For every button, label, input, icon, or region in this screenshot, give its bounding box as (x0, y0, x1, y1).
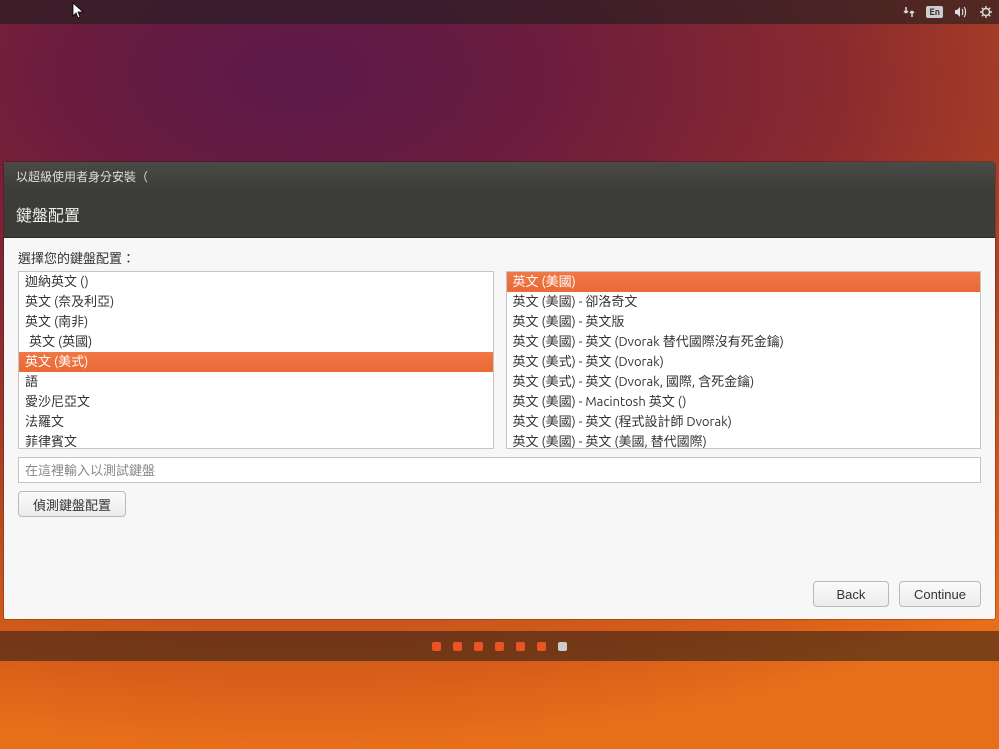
variant-row[interactable]: 英文 (美式) - 英文 (Dvorak, 國際, 含死金鑰) (507, 372, 981, 392)
language-indicator[interactable]: En (926, 6, 943, 18)
continue-button[interactable]: Continue (899, 581, 981, 607)
layout-row[interactable]: 英文 (奈及利亞) (19, 292, 493, 312)
back-button[interactable]: Back (813, 581, 889, 607)
detect-layout-button[interactable]: 偵測鍵盤配置 (18, 491, 126, 517)
page-title: 鍵盤配置 (16, 202, 80, 226)
keyboard-lists: 迦納英文 ()英文 (奈及利亞)英文 (南非)英文 (英國)英文 (美式)語愛沙… (18, 271, 981, 449)
layout-row[interactable]: 語 (19, 372, 493, 392)
progress-dots (0, 631, 999, 661)
layout-row[interactable]: 菲律賓文 (19, 432, 493, 449)
layout-row[interactable]: 迦納英文 () (19, 272, 493, 292)
progress-dot (516, 642, 525, 651)
variant-row[interactable]: 英文 (美國) - 英文 (Dvorak 替代國際沒有死金鑰) (507, 332, 981, 352)
page-header: 鍵盤配置 (4, 190, 995, 238)
keyboard-test-input[interactable] (18, 457, 981, 483)
variant-row[interactable]: 英文 (美國) - 卻洛奇文 (507, 292, 981, 312)
layout-row[interactable]: 英文 (南非) (19, 312, 493, 332)
top-menubar: En (0, 0, 999, 24)
system-indicator-icon[interactable] (979, 5, 993, 19)
variant-row[interactable]: 英文 (美式) - 英文 (Dvorak) (507, 352, 981, 372)
window-title: 以超級使用者身分安裝（ (16, 168, 148, 185)
variant-row[interactable]: 英文 (美國) (507, 272, 981, 292)
progress-dot (495, 642, 504, 651)
progress-dot (453, 642, 462, 651)
progress-dot (558, 642, 567, 651)
sound-indicator-icon[interactable] (953, 5, 969, 19)
layout-row[interactable]: 法羅文 (19, 412, 493, 432)
layout-list-left[interactable]: 迦納英文 ()英文 (奈及利亞)英文 (南非)英文 (英國)英文 (美式)語愛沙… (18, 271, 494, 449)
footer-buttons: Back Continue (813, 581, 981, 607)
variant-row[interactable]: 英文 (美國) - 英文 (美國, 替代國際) (507, 432, 981, 449)
window-titlebar: 以超級使用者身分安裝（ (4, 162, 995, 190)
progress-dot (474, 642, 483, 651)
progress-dot (432, 642, 441, 651)
layout-row[interactable]: 英文 (英國) (19, 332, 493, 352)
network-indicator-icon[interactable] (902, 5, 916, 19)
layout-list-right[interactable]: 英文 (美國)英文 (美國) - 卻洛奇文英文 (美國) - 英文版英文 (美國… (506, 271, 982, 449)
layout-row[interactable]: 愛沙尼亞文 (19, 392, 493, 412)
layout-row[interactable]: 英文 (美式) (19, 352, 493, 372)
progress-dot (537, 642, 546, 651)
language-badge: En (926, 6, 943, 18)
installer-content: 選擇您的鍵盤配置： 迦納英文 ()英文 (奈及利亞)英文 (南非)英文 (英國)… (4, 238, 995, 619)
choose-label: 選擇您的鍵盤配置： (18, 248, 981, 267)
variant-row[interactable]: 英文 (美國) - 英文版 (507, 312, 981, 332)
variant-row[interactable]: 英文 (美國) - Macintosh 英文 () (507, 392, 981, 412)
variant-row[interactable]: 英文 (美國) - 英文 (程式設計師 Dvorak) (507, 412, 981, 432)
installer-window: 以超級使用者身分安裝（ 鍵盤配置 選擇您的鍵盤配置： 迦納英文 ()英文 (奈及… (4, 162, 995, 619)
